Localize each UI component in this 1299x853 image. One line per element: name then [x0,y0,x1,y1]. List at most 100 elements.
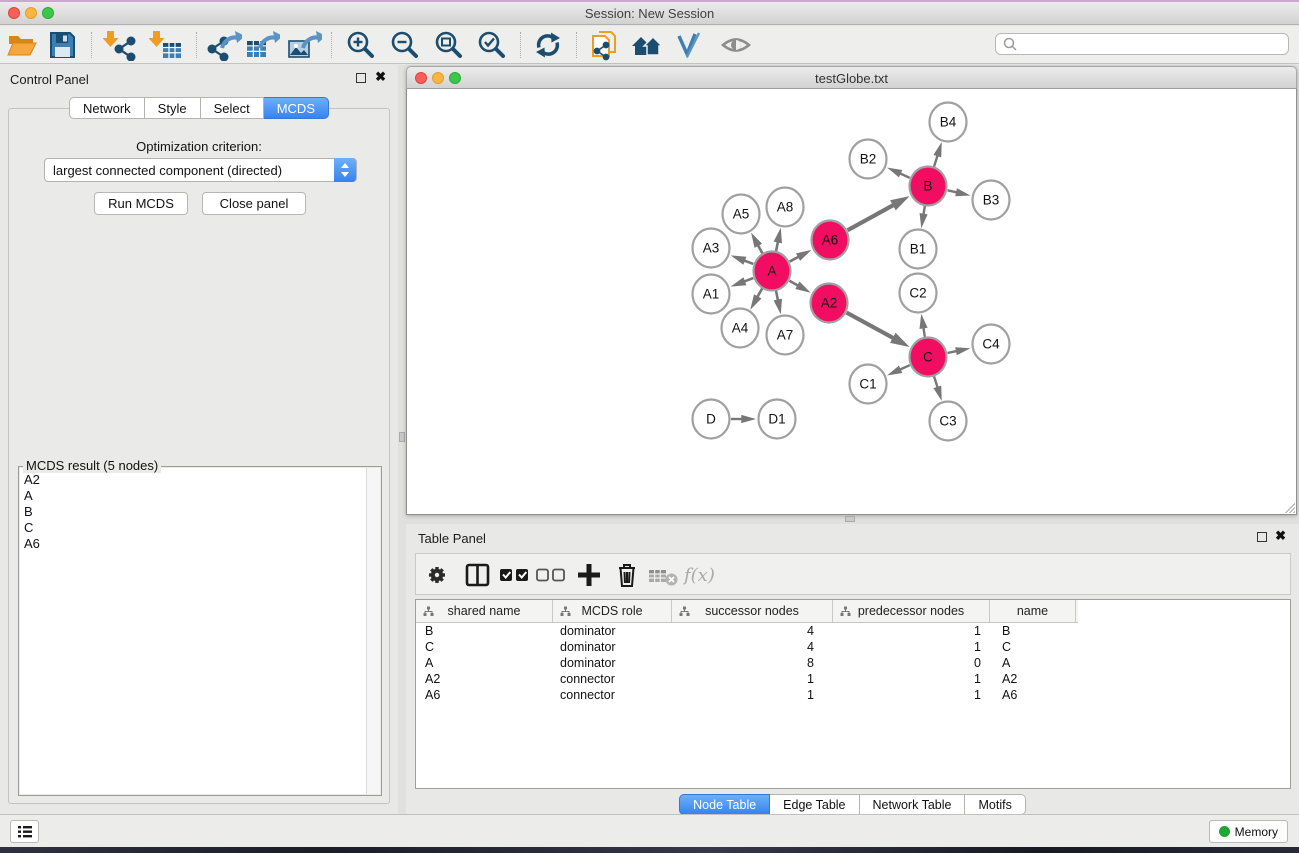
tab-edge-table[interactable]: Edge Table [770,794,859,815]
refresh-icon[interactable] [532,29,564,61]
edge-A6-B[interactable] [848,204,895,230]
node-label: C1 [859,377,876,392]
table-row[interactable]: A2connector11A2 [416,671,1290,687]
close-panel-button[interactable]: Close panel [202,192,306,215]
table-row[interactable]: Bdominator41B [416,623,1290,639]
node-C2[interactable]: C2 [900,274,937,313]
result-item[interactable]: A6 [24,536,40,552]
node-B3[interactable]: B3 [973,181,1010,220]
column-header-MCDS-role[interactable]: MCDS role [553,600,672,622]
node-label: A3 [703,241,720,256]
node-C1[interactable]: C1 [850,365,887,404]
node-A3[interactable]: A3 [693,229,730,268]
check-off-icon[interactable] [535,560,569,590]
node-label: B [923,179,932,194]
cell: A [416,656,553,670]
new-network-from-file-icon[interactable] [589,29,621,61]
node-A1[interactable]: A1 [693,275,730,314]
column-header-name[interactable]: name [990,600,1076,622]
tab-network[interactable]: Network [69,97,145,119]
open-folder-icon[interactable] [6,29,38,61]
export-image-icon[interactable] [286,29,322,61]
node-C[interactable]: C [910,338,947,377]
zoom-out-icon[interactable] [389,29,421,61]
hide-icon[interactable] [719,29,753,61]
node-C3[interactable]: C3 [930,402,967,441]
delete-table-icon[interactable] [647,560,681,590]
zoom-in-icon[interactable] [345,29,377,61]
export-network-icon[interactable] [206,29,242,61]
toolbar-separator [576,32,577,58]
node-C4[interactable]: C4 [973,325,1010,364]
result-item[interactable]: B [24,504,40,520]
node-A4[interactable]: A4 [722,309,759,348]
zoom-fit-icon[interactable] [433,29,465,61]
node-B1[interactable]: B1 [900,230,937,269]
zoom-selected-icon[interactable] [476,29,508,61]
network-window-titlebar[interactable]: testGlobe.txt [406,66,1297,89]
table-row[interactable]: Cdominator41C [416,639,1290,655]
node-D[interactable]: D [693,400,730,439]
table-close-icon[interactable]: ✖ [1275,529,1286,543]
node-B4[interactable]: B4 [930,103,967,142]
cell: 1 [833,672,990,686]
memory-button[interactable]: Memory [1209,820,1288,843]
tab-motifs[interactable]: Motifs [965,794,1025,815]
node-A5[interactable]: A5 [723,195,760,234]
node-table[interactable]: shared nameMCDS rolesuccessor nodesprede… [415,599,1291,789]
tab-mcds[interactable]: MCDS [264,97,329,119]
vizmapper-icon[interactable] [674,29,706,61]
table-row[interactable]: A6connector11A6 [416,687,1290,703]
home-icon[interactable] [629,29,665,61]
toolbar-separator [520,32,521,58]
result-item[interactable]: C [24,520,40,536]
result-item[interactable]: A2 [24,472,40,488]
tab-node-table[interactable]: Node Table [679,794,770,815]
node-A7[interactable]: A7 [767,316,804,355]
column-header-predecessor-nodes[interactable]: predecessor nodes [833,600,990,622]
node-B[interactable]: B [910,167,947,206]
tab-network-table[interactable]: Network Table [860,794,966,815]
network-canvas[interactable]: B4 B2 B B3 A5 A8A6 A3 B1 A A1 C2 A2 A4A7 C C4 C1 C3 D D1 [406,89,1297,515]
horizontal-splitter-handle[interactable] [845,516,855,522]
list-icon [17,825,33,839]
vertical-splitter-handle[interactable] [399,432,405,442]
node-label: A5 [733,207,750,222]
export-table-icon[interactable] [244,29,280,61]
network-view-window[interactable]: testGlobe.txt B4 B2 B B3 A5 A8A6 A3 B1 A A1 C2 A2 A4… [406,66,1297,515]
save-icon[interactable] [47,29,77,61]
resize-grip[interactable] [1283,501,1295,513]
node-A2[interactable]: A2 [811,284,848,323]
cell: dominator [553,640,672,654]
node-A6[interactable]: A6 [812,221,849,260]
run-mcds-button[interactable]: Run MCDS [94,192,188,215]
node-A[interactable]: A [754,252,791,291]
node-A8[interactable]: A8 [767,188,804,227]
column-header-successor-nodes[interactable]: successor nodes [672,600,833,622]
edge-A2-C[interactable] [847,313,895,339]
check-on-icon[interactable] [498,560,532,590]
plus-icon[interactable] [576,560,602,590]
task-history-button[interactable] [10,820,39,843]
fx-icon[interactable]: f(x) [684,560,715,590]
node-B2[interactable]: B2 [850,140,887,179]
tab-select[interactable]: Select [201,97,264,119]
import-table-icon[interactable] [149,29,183,61]
column-header-shared-name[interactable]: shared name [416,600,553,622]
column-icon[interactable] [463,560,493,590]
node-D1[interactable]: D1 [759,400,796,439]
search-input[interactable] [995,33,1289,55]
result-item[interactable]: A [24,488,40,504]
trash-icon[interactable] [614,560,640,590]
result-scrollbar[interactable] [366,468,380,794]
import-network-icon[interactable] [103,29,137,61]
mcds-result-list[interactable]: A2ABCA6 [20,468,380,794]
table-row[interactable]: Adominator80A [416,655,1290,671]
float-panel-icon[interactable] [356,73,366,83]
title-bar[interactable]: Session: New Session [0,2,1299,25]
close-panel-icon[interactable]: ✖ [375,70,386,84]
table-float-icon[interactable] [1257,532,1267,542]
gear-icon[interactable] [423,560,451,590]
tab-style[interactable]: Style [145,97,201,119]
optimization-criterion-dropdown[interactable]: largest connected component (directed) [44,158,357,182]
